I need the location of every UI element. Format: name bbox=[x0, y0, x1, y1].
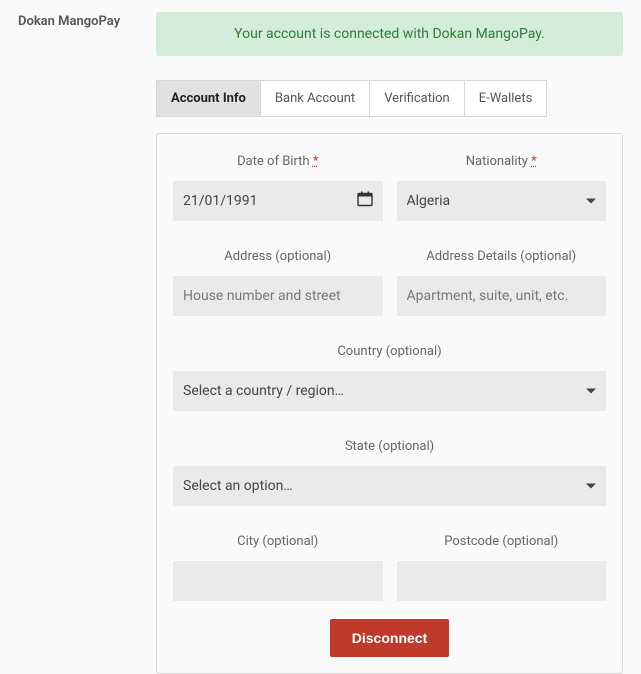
required-mark: * bbox=[531, 154, 537, 169]
nationality-select[interactable]: Algeria bbox=[397, 181, 607, 221]
city-label: City (optional) bbox=[237, 534, 318, 549]
country-label: Country (optional) bbox=[337, 344, 441, 359]
address-input[interactable] bbox=[173, 276, 383, 316]
required-mark: * bbox=[313, 154, 319, 169]
tab-verification[interactable]: Verification bbox=[369, 80, 465, 117]
address-details-input[interactable] bbox=[397, 276, 607, 316]
country-select[interactable]: Select a country / region… bbox=[173, 371, 606, 411]
page-title: Dokan MangoPay bbox=[18, 12, 148, 674]
account-info-form: Date of Birth * Nationality * bbox=[156, 133, 623, 674]
address-details-label: Address Details (optional) bbox=[426, 249, 576, 264]
postcode-label: Postcode (optional) bbox=[444, 534, 558, 549]
dob-input[interactable] bbox=[173, 181, 383, 221]
tab-account-info[interactable]: Account Info bbox=[156, 80, 261, 117]
city-input[interactable] bbox=[173, 561, 383, 601]
state-select[interactable]: Select an option… bbox=[173, 466, 606, 506]
tab-ewallets[interactable]: E-Wallets bbox=[464, 80, 548, 117]
dob-label: Date of Birth * bbox=[237, 154, 318, 169]
address-label: Address (optional) bbox=[224, 249, 331, 264]
state-label: State (optional) bbox=[345, 439, 434, 454]
nationality-label: Nationality * bbox=[466, 154, 537, 169]
postcode-input[interactable] bbox=[397, 561, 607, 601]
status-alert: Your account is connected with Dokan Man… bbox=[156, 12, 623, 56]
disconnect-button[interactable]: Disconnect bbox=[330, 619, 449, 657]
tab-bank-account[interactable]: Bank Account bbox=[260, 80, 370, 117]
tabs: Account Info Bank Account Verification E… bbox=[156, 80, 623, 117]
